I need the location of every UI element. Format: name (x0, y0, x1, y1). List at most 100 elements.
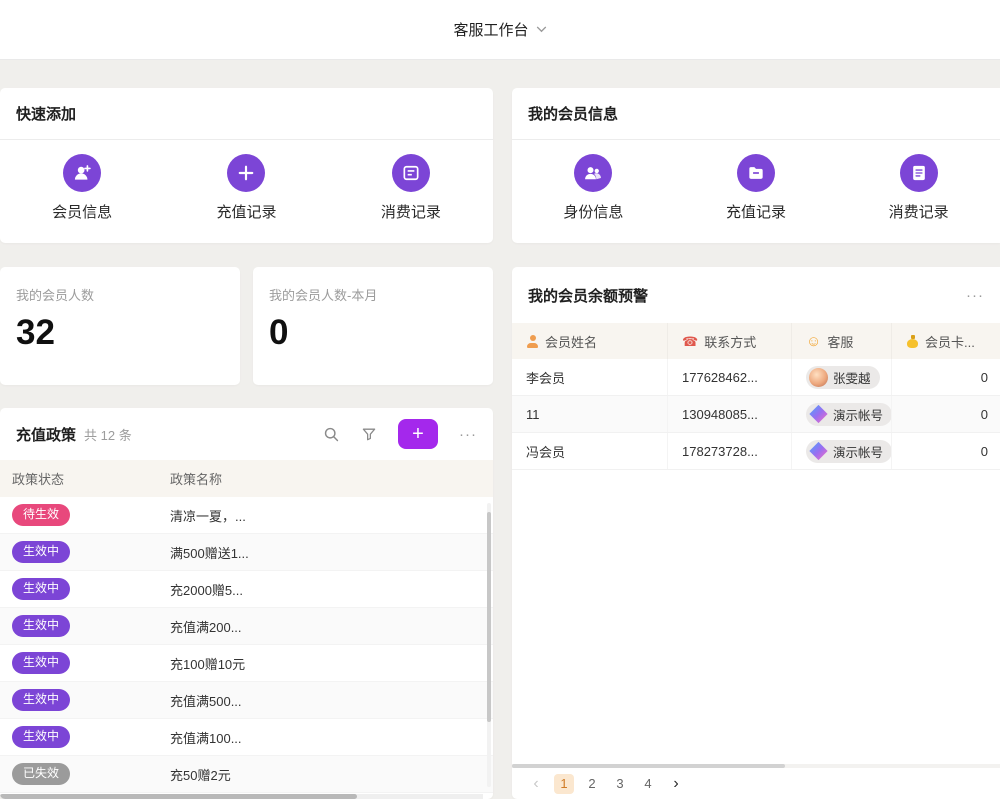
column-label: 会员卡... (925, 332, 975, 351)
agent-name: 演示帐号 (833, 405, 883, 424)
horizontal-scrollbar (512, 764, 1000, 768)
filter-icon[interactable] (361, 426, 377, 442)
column-member-name[interactable]: 会员姓名 (512, 323, 668, 359)
stat-value: 32 (16, 313, 224, 353)
quick-add-recharge-record-button[interactable]: 充值记录 (164, 154, 328, 222)
horizontal-scrollbar-thumb[interactable] (0, 794, 357, 799)
agent-cell: 张雯越 (792, 359, 892, 395)
policy-name: 满500赠送1... (170, 543, 493, 562)
people-icon (574, 154, 612, 192)
table-row[interactable]: 11 130948085... 演示帐号 0 (512, 396, 1000, 433)
pagination: ‹ 1 2 3 4 › (526, 774, 686, 794)
more-options-button[interactable]: ··· (459, 426, 477, 443)
action-label: 会员信息 (52, 201, 112, 222)
balance-table-body: 李会员 177628462... 张雯越 0 11 130948085... 演… (512, 359, 1000, 470)
policy-name: 充2000赠5... (170, 580, 493, 599)
member-phone: 177628462... (668, 359, 792, 395)
table-row[interactable]: 生效中 充值满100... (0, 719, 493, 756)
record-count: 共 12 条 (84, 425, 132, 444)
status-badge: 生效中 (12, 578, 70, 600)
table-row[interactable]: 生效中 充值满200... (0, 608, 493, 645)
action-label: 充值记录 (216, 201, 276, 222)
identity-info-button[interactable]: 身份信息 (512, 154, 675, 222)
table-row[interactable]: 生效中 充100赠10元 (0, 645, 493, 682)
card-title: 快速添加 (16, 103, 76, 124)
column-policy-status[interactable]: 政策状态 (0, 469, 170, 488)
agent-pill: 演示帐号 (806, 403, 892, 426)
recharge-record-button[interactable]: 充值记录 (675, 154, 838, 222)
consume-record-button[interactable]: 消费记录 (837, 154, 1000, 222)
quick-add-consume-record-button[interactable]: 消费记录 (329, 154, 493, 222)
member-count-month-card: 我的会员人数-本月 0 (253, 267, 493, 385)
table-row[interactable]: 冯会员 178273728... 演示帐号 0 (512, 433, 1000, 470)
column-card-balance[interactable]: 会员卡... (892, 323, 1000, 359)
person-icon (526, 335, 539, 348)
column-label: 客服 (827, 332, 853, 351)
add-policy-button[interactable]: + (398, 419, 438, 449)
card-title: 充值政策 (16, 424, 76, 445)
plus-icon (227, 154, 265, 192)
policy-name: 充值满200... (170, 617, 493, 636)
vertical-scrollbar-thumb[interactable] (487, 512, 491, 722)
policy-toolbar: + ··· (323, 419, 477, 449)
stat-label: 我的会员人数-本月 (269, 285, 477, 304)
recharge-policy-header: 充值政策 共 12 条 + ··· (0, 408, 493, 460)
folder-icon (737, 154, 775, 192)
table-row[interactable]: 待生效 清凉一夏，... (0, 497, 493, 534)
column-label: 会员姓名 (545, 332, 597, 351)
member-phone: 178273728... (668, 433, 792, 469)
status-badge: 生效中 (12, 689, 70, 711)
stat-value: 0 (269, 313, 477, 353)
balance-table-header: 会员姓名 ☎ 联系方式 ☺ 客服 会员卡... (512, 323, 1000, 359)
agent-cell: 演示帐号 (792, 433, 892, 469)
table-row[interactable]: 生效中 充值满500... (0, 682, 493, 719)
card-title: 我的会员余额预警 (528, 285, 648, 306)
action-label: 消费记录 (381, 201, 441, 222)
previous-page-button[interactable]: ‹ (526, 774, 546, 794)
agent-name: 张雯越 (833, 368, 871, 387)
page-button-2[interactable]: 2 (582, 774, 602, 794)
next-page-button[interactable]: › (666, 774, 686, 794)
horizontal-scrollbar (0, 794, 483, 799)
stat-label: 我的会员人数 (16, 285, 224, 304)
quick-add-member-info-button[interactable]: 会员信息 (0, 154, 164, 222)
my-member-info-actions: 身份信息 充值记录 消费记录 (512, 154, 1000, 222)
app-header: 客服工作台 (0, 0, 1000, 60)
smiley-icon: ☺ (806, 334, 821, 349)
more-options-button[interactable]: ··· (966, 287, 984, 304)
agent-cell: 演示帐号 (792, 396, 892, 432)
agent-name: 演示帐号 (833, 442, 883, 461)
policy-name: 充100赠10元 (170, 654, 493, 673)
page-button-4[interactable]: 4 (638, 774, 658, 794)
chevron-down-icon[interactable] (536, 26, 547, 33)
page-button-3[interactable]: 3 (610, 774, 630, 794)
card-balance: 0 (892, 359, 1000, 395)
page-button-1[interactable]: 1 (554, 774, 574, 794)
table-row[interactable]: 李会员 177628462... 张雯越 0 (512, 359, 1000, 396)
quick-add-card-header: 快速添加 (0, 88, 493, 140)
policy-name: 充值满100... (170, 728, 493, 747)
member-count-card: 我的会员人数 32 (0, 267, 240, 385)
recharge-policy-card: 充值政策 共 12 条 + ··· 政策状态 政策名称 待生效 清凉一夏，... (0, 408, 493, 799)
search-icon[interactable] (323, 426, 340, 443)
quick-add-card: 快速添加 会员信息 充值记录 消费记录 (0, 88, 493, 243)
column-label: 联系方式 (704, 332, 756, 351)
policy-table-body: 待生效 清凉一夏，... 生效中 满500赠送1... 生效中 充2000赠5.… (0, 497, 493, 793)
table-row[interactable]: 已失效 充50赠2元 (0, 756, 493, 793)
table-row[interactable]: 生效中 满500赠送1... (0, 534, 493, 571)
table-row[interactable]: 生效中 充2000赠5... (0, 571, 493, 608)
status-badge: 生效中 (12, 541, 70, 563)
policy-name: 充值满500... (170, 691, 493, 710)
horizontal-scrollbar-thumb[interactable] (512, 764, 785, 768)
agent-pill: 张雯越 (806, 366, 880, 389)
document-icon (900, 154, 938, 192)
column-agent[interactable]: ☺ 客服 (792, 323, 892, 359)
status-badge: 生效中 (12, 726, 70, 748)
status-badge: 生效中 (12, 652, 70, 674)
column-contact[interactable]: ☎ 联系方式 (668, 323, 792, 359)
policy-table-header: 政策状态 政策名称 (0, 460, 493, 497)
column-policy-name[interactable]: 政策名称 (170, 469, 493, 488)
page-title[interactable]: 客服工作台 (453, 19, 528, 40)
balance-warning-header: 我的会员余额预警 ··· (512, 267, 1000, 323)
my-member-info-card-header: 我的会员信息 (512, 88, 1000, 140)
